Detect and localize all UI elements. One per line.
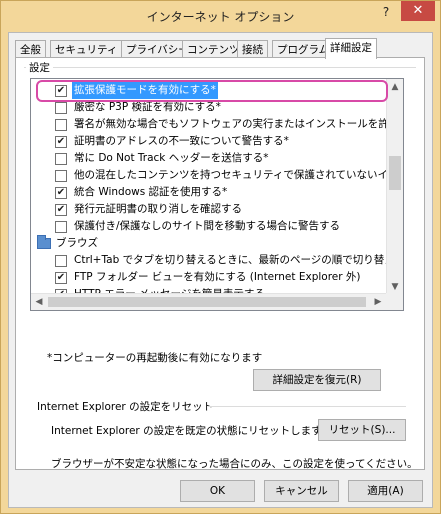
advanced-panel: 設定 ✔ 拡張保護モードを有効にする* 厳密な P3P 検証を有効にする* 署名…	[15, 57, 425, 470]
apply-button[interactable]: 適用(A)	[348, 480, 423, 502]
internet-options-window: インターネット オプション ? ✕ 全般 セキュリティ プライバシー コンテンツ…	[0, 0, 441, 514]
cancel-button[interactable]: キャンセル	[264, 480, 339, 502]
help-button[interactable]: ?	[377, 5, 395, 23]
tab-security[interactable]: セキュリティ	[50, 40, 123, 58]
setting-row[interactable]: 他の混在したコンテンツを持つセキュリティで保護されていないイメージをブ	[31, 167, 404, 184]
reset-section-divider	[208, 406, 406, 407]
setting-label: 常に Do Not Track ヘッダーを送信する*	[74, 152, 269, 164]
folder-icon	[37, 235, 51, 249]
close-icon: ✕	[412, 3, 424, 18]
reset-description: Internet Explorer の設定を既定の状態にリセットします。	[51, 425, 332, 437]
setting-row[interactable]: 保護付き/保護なしのサイト間を移動する場合に警告する	[31, 218, 403, 235]
setting-label: 発行元証明書の取り消しを確認する	[74, 203, 242, 215]
scrollbar-corner	[386, 293, 403, 310]
checkbox-unchecked[interactable]	[55, 119, 67, 131]
reset-button[interactable]: リセット(S)...	[318, 419, 406, 441]
setting-row[interactable]: ✔ 証明書のアドレスの不一致について警告する*	[31, 133, 403, 150]
setting-row[interactable]: ✔ 統合 Windows 認証を使用する*	[31, 184, 403, 201]
reset-section-title: Internet Explorer の設定をリセット	[37, 401, 214, 413]
setting-label: 保護付き/保護なしのサイト間を移動する場合に警告する	[74, 220, 341, 232]
category-row: ブラウズ	[31, 235, 403, 252]
restore-advanced-settings-button[interactable]: 詳細設定を復元(R)	[253, 369, 381, 391]
setting-row[interactable]: Ctrl+Tab でタブを切り替えるときに、最新のページの順で切り替える	[31, 252, 404, 269]
checkbox-unchecked[interactable]	[55, 170, 67, 182]
category-label: ブラウズ	[56, 237, 98, 249]
setting-row[interactable]: 署名が無効な場合でもソフトウェアの実行またはインストールを許可する	[31, 116, 404, 133]
highlight-annotation-ring	[36, 80, 388, 102]
tab-connections[interactable]: 接続	[237, 40, 268, 58]
scroll-left-arrow-icon[interactable]: ◀	[31, 294, 47, 310]
close-button[interactable]: ✕	[401, 1, 435, 21]
setting-label: 他の混在したコンテンツを持つセキュリティで保護されていないイメージをブ	[74, 169, 404, 181]
checkbox-checked[interactable]: ✔	[55, 187, 67, 199]
checkbox-checked[interactable]: ✔	[55, 136, 67, 148]
tab-content[interactable]: コンテンツ	[182, 40, 245, 58]
setting-label: 証明書のアドレスの不一致について警告する*	[74, 135, 289, 147]
horizontal-scrollbar[interactable]: ◀ ▶	[31, 293, 386, 310]
reset-warning-note: ブラウザーが不安定な状態になった場合にのみ、この設定を使ってください。	[51, 458, 418, 470]
vertical-scrollbar[interactable]: ▲ ▼	[386, 79, 403, 295]
dialog-client: 全般 セキュリティ プライバシー コンテンツ 接続 プログラム 詳細設定 設定 …	[8, 32, 433, 508]
checkbox-unchecked[interactable]	[55, 102, 67, 114]
setting-label: 統合 Windows 認証を使用する*	[74, 186, 228, 198]
tab-general[interactable]: 全般	[15, 40, 46, 58]
scroll-up-arrow-icon[interactable]: ▲	[387, 79, 403, 95]
setting-label: FTP フォルダー ビューを有効にする (Internet Explorer 外…	[74, 271, 361, 283]
settings-group-divider	[24, 67, 416, 68]
ok-button[interactable]: OK	[180, 480, 255, 502]
settings-list[interactable]: ✔ 拡張保護モードを有効にする* 厳密な P3P 検証を有効にする* 署名が無効…	[30, 78, 404, 311]
checkbox-unchecked[interactable]	[55, 221, 67, 233]
checkbox-checked[interactable]: ✔	[55, 272, 67, 284]
title-bar[interactable]: インターネット オプション ? ✕	[1, 1, 440, 31]
window-title: インターネット オプション	[146, 10, 295, 24]
scroll-right-arrow-icon[interactable]: ▶	[370, 294, 386, 310]
checkbox-unchecked[interactable]	[55, 153, 67, 165]
vertical-scroll-thumb[interactable]	[389, 156, 401, 190]
setting-label: 署名が無効な場合でもソフトウェアの実行またはインストールを許可する	[74, 118, 404, 130]
checkbox-checked[interactable]: ✔	[55, 204, 67, 216]
setting-row[interactable]: ✔ FTP フォルダー ビューを有効にする (Internet Explorer…	[31, 269, 403, 286]
tab-advanced[interactable]: 詳細設定	[325, 38, 377, 59]
checkbox-unchecked[interactable]	[55, 255, 67, 267]
settings-group-label: 設定	[26, 60, 53, 75]
horizontal-scroll-thumb[interactable]	[48, 297, 366, 307]
restart-note: *コンピューターの再起動後に有効になります	[47, 352, 263, 364]
setting-row[interactable]: 常に Do Not Track ヘッダーを送信する*	[31, 150, 403, 167]
setting-row[interactable]: ✔ 発行元証明書の取り消しを確認する	[31, 201, 403, 218]
setting-label: Ctrl+Tab でタブを切り替えるときに、最新のページの順で切り替える	[74, 254, 404, 266]
